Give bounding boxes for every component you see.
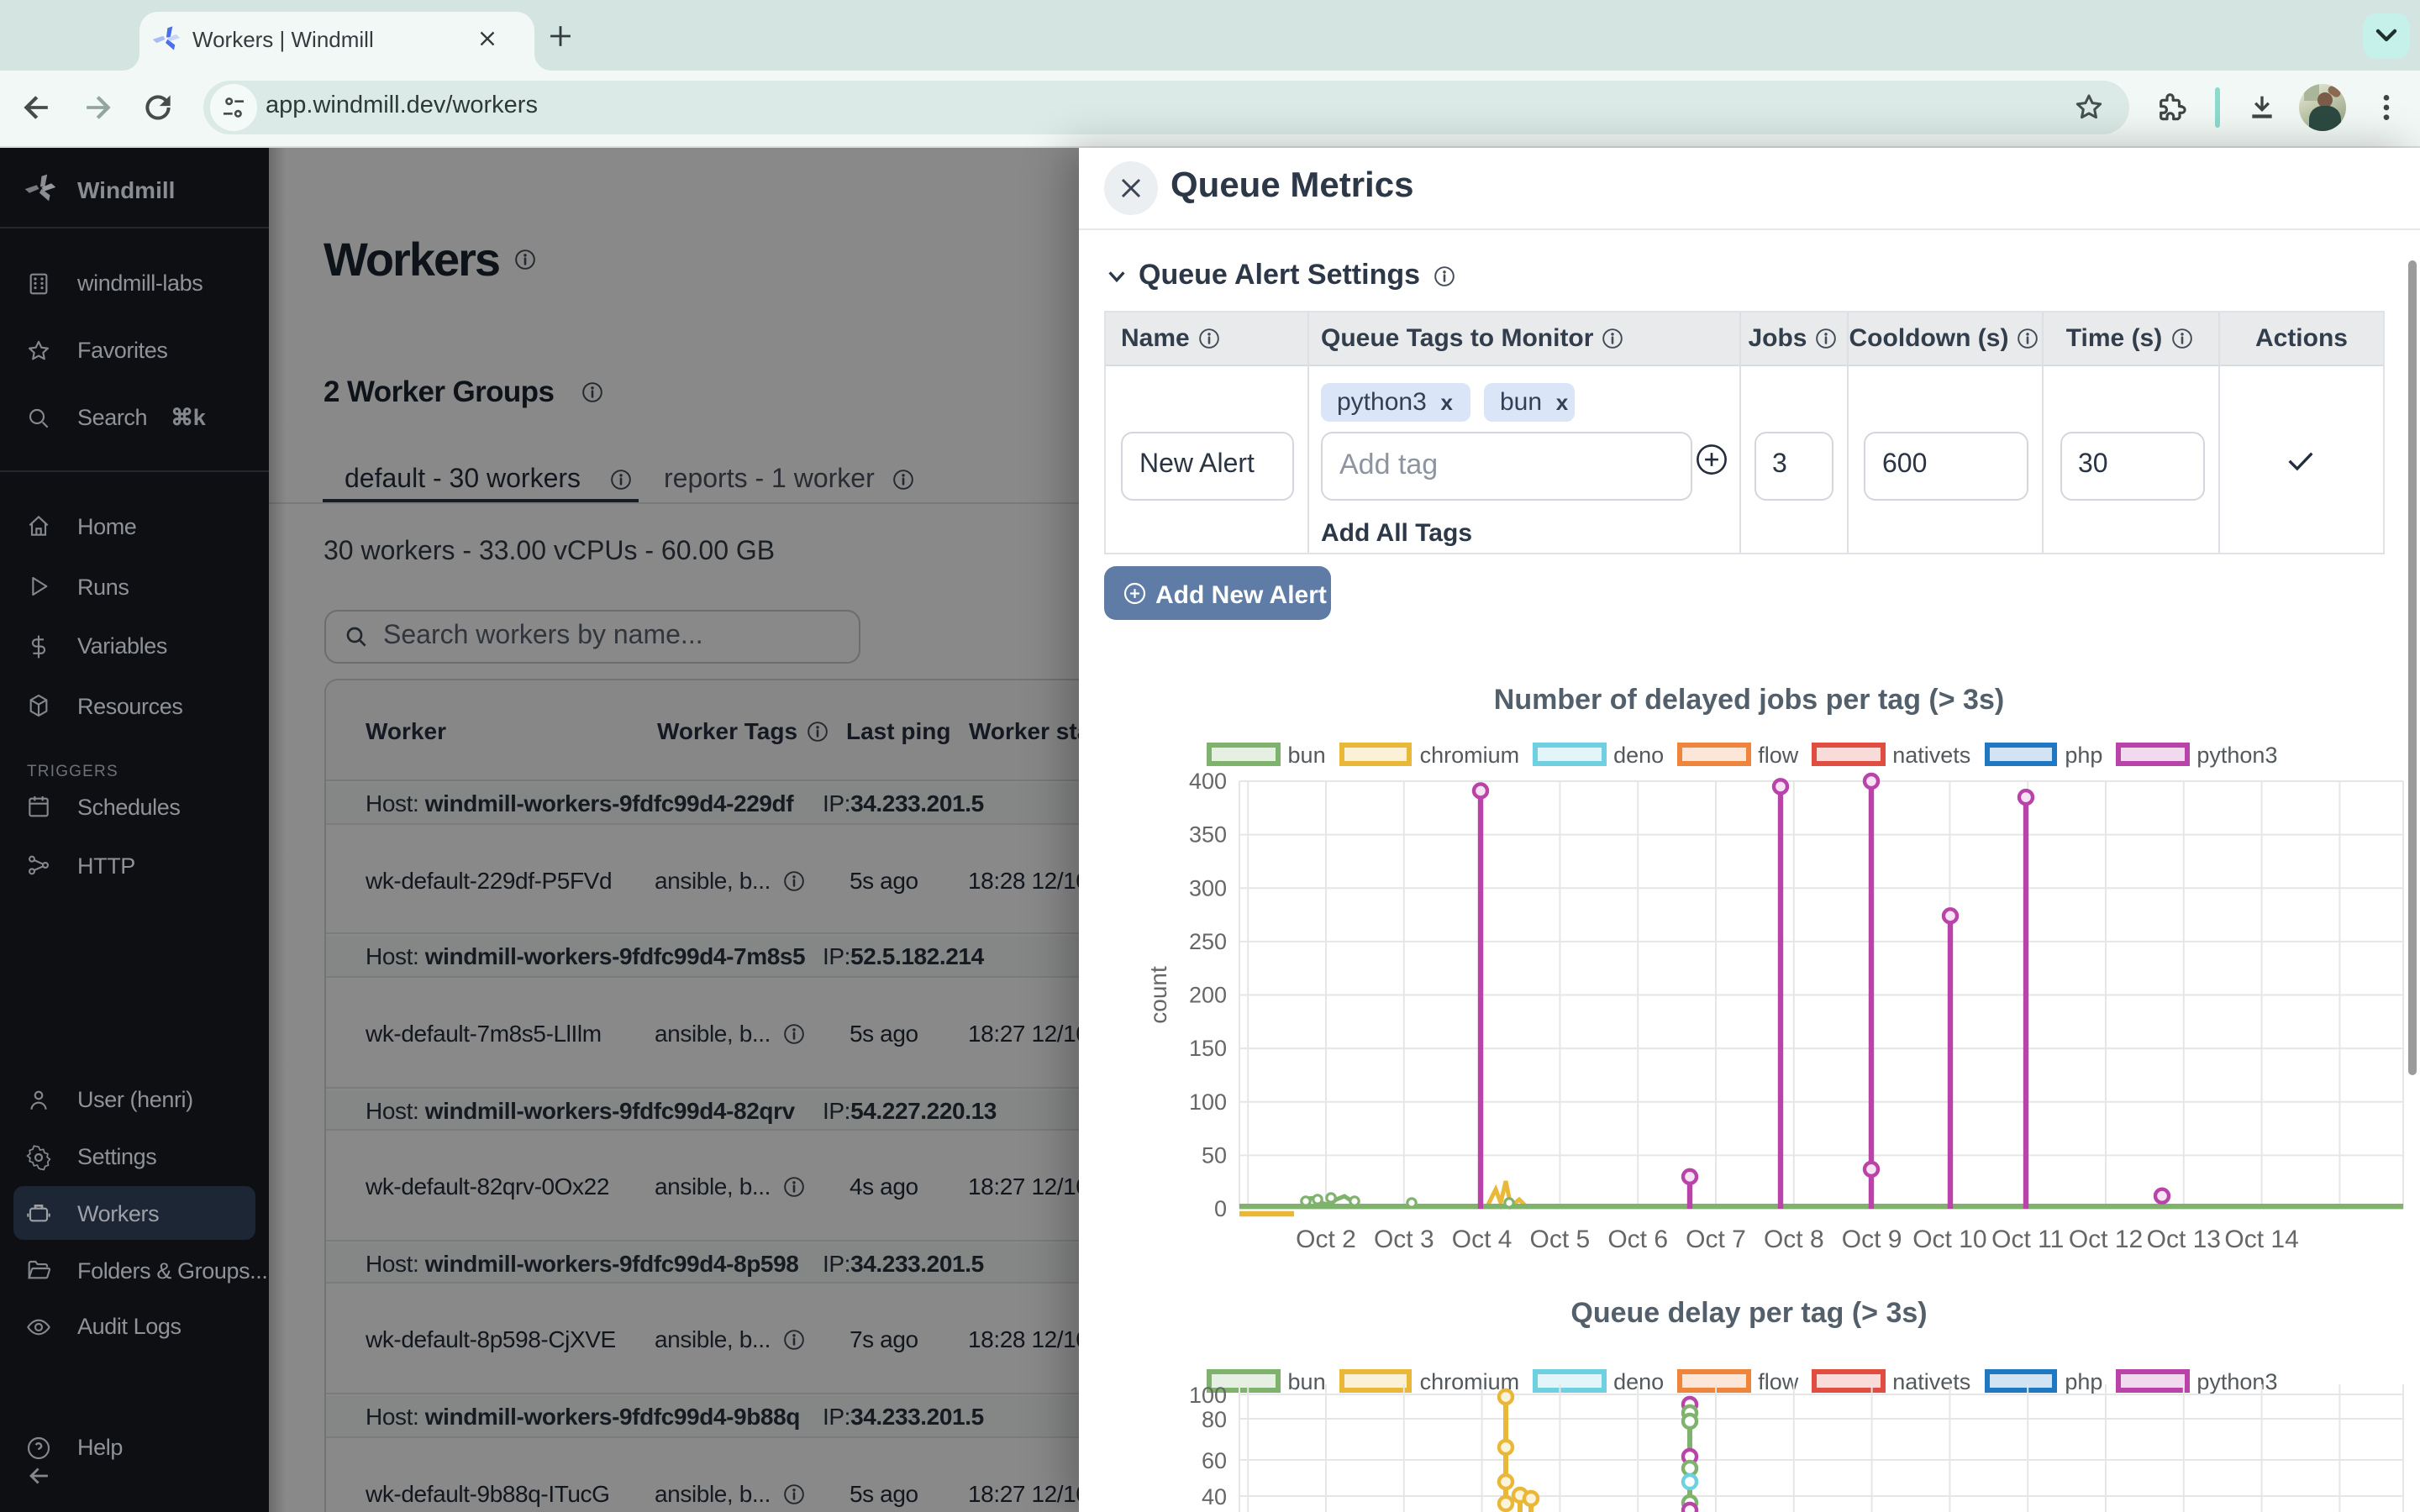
svg-text:400: 400 xyxy=(1189,769,1227,794)
svg-text:Oct 9: Oct 9 xyxy=(1842,1226,1902,1253)
svg-text:Oct 10: Oct 10 xyxy=(1912,1226,1986,1253)
svg-text:Oct 6: Oct 6 xyxy=(1607,1226,1668,1253)
svg-text:0: 0 xyxy=(1214,1196,1227,1221)
svg-text:60: 60 xyxy=(1202,1448,1227,1473)
svg-text:250: 250 xyxy=(1189,929,1227,954)
svg-text:Oct 11: Oct 11 xyxy=(1991,1226,2064,1253)
svg-text:Oct 4: Oct 4 xyxy=(1452,1226,1512,1253)
svg-text:Oct 5: Oct 5 xyxy=(1530,1226,1591,1253)
svg-text:40: 40 xyxy=(1202,1484,1227,1509)
svg-text:Oct 13: Oct 13 xyxy=(2147,1226,2221,1253)
svg-text:Oct 7: Oct 7 xyxy=(1686,1226,1746,1253)
svg-text:300: 300 xyxy=(1189,875,1227,900)
svg-text:50: 50 xyxy=(1202,1142,1227,1168)
svg-text:Oct 8: Oct 8 xyxy=(1764,1226,1824,1253)
svg-text:Oct 12: Oct 12 xyxy=(2069,1226,2143,1253)
svg-text:350: 350 xyxy=(1189,822,1227,848)
svg-text:Oct 3: Oct 3 xyxy=(1374,1226,1434,1253)
svg-text:200: 200 xyxy=(1189,983,1227,1008)
svg-text:100: 100 xyxy=(1189,1089,1227,1115)
svg-text:Oct 14: Oct 14 xyxy=(2224,1226,2298,1253)
svg-text:count: count xyxy=(1145,966,1171,1024)
svg-text:Oct 2: Oct 2 xyxy=(1296,1226,1356,1253)
svg-text:150: 150 xyxy=(1189,1036,1227,1061)
svg-text:100: 100 xyxy=(1189,1384,1227,1408)
svg-text:80: 80 xyxy=(1202,1407,1227,1432)
